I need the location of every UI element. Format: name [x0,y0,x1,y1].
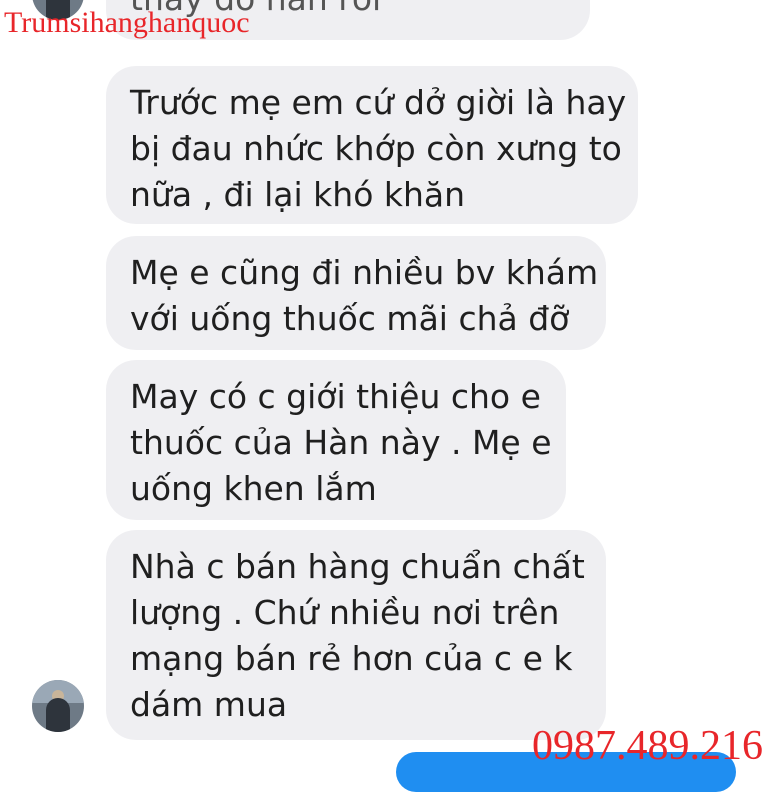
message-text: lượng . Chứ nhiều nơi trên [130,593,560,632]
watermark-brand: Trumsihanghanquoc [4,6,250,39]
message-text: Nhà c bán hàng chuẩn chất [130,547,585,586]
message-bubble[interactable]: Mẹ e cũng đi nhiều bv khám với uống thuố… [106,236,606,350]
message-text: bị đau nhức khớp còn xưng to [130,129,622,168]
message-text: May có c giới thiệu cho e [130,377,541,416]
message-text: Mẹ e cũng đi nhiều bv khám [130,253,599,292]
watermark-phone: 0987.489.216 [532,723,763,769]
message-text: dám mua [130,685,288,724]
avatar-person [46,698,70,732]
message-text: Trước mẹ em cứ dở giời là hay [130,83,627,122]
message-text: nữa , đi lại khó khăn [130,175,466,214]
message-bubble[interactable]: Nhà c bán hàng chuẩn chất lượng . Chứ nh… [106,530,606,740]
message-text: thuốc của Hàn này . Mẹ e [130,423,552,462]
message-text: với uống thuốc mãi chả đỡ [130,299,570,338]
message-bubble[interactable]: Trước mẹ em cứ dở giời là hay bị đau nhứ… [106,66,638,224]
message-text: mạng bán rẻ hơn của c e k [130,639,573,678]
message-bubble[interactable]: May có c giới thiệu cho e thuốc của Hàn … [106,360,566,520]
message-text: uống khen lắm [130,469,377,508]
avatar[interactable] [32,680,84,732]
